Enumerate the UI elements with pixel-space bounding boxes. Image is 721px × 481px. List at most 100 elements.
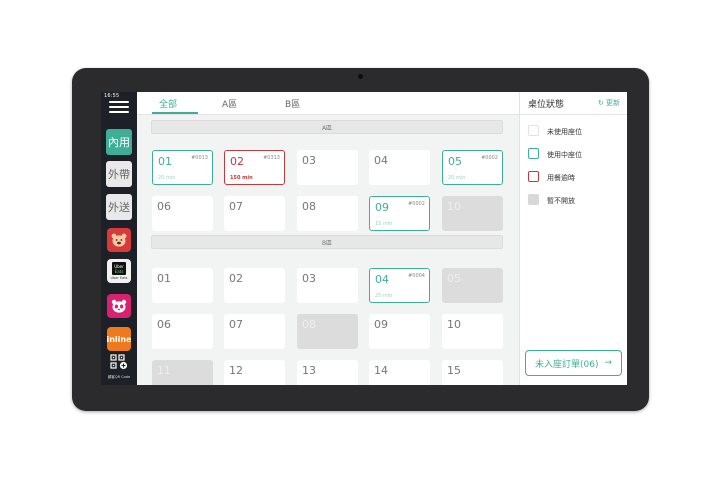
table-card[interactable]: 02 #0313 150 min [224, 150, 285, 185]
panel-divider [520, 114, 627, 115]
table-number: 08 [302, 200, 316, 213]
zone-b-header: B區 [151, 235, 503, 249]
pending-orders-button[interactable]: 未入座訂單(06) → [525, 350, 622, 376]
table-card[interactable]: 05 #0002 20 min [442, 150, 503, 185]
nav-rail: 16:55 內用 外帶 外送 Uber Eats Uber Eats inlin… [101, 92, 137, 385]
table-card[interactable]: 06 [152, 314, 213, 349]
refresh-label: 更新 [606, 99, 620, 107]
table-card[interactable]: 02 [224, 268, 285, 303]
table-card[interactable]: 04 #0004 25 min [369, 268, 430, 303]
table-number: 05 [448, 155, 462, 168]
elapsed-time: 15 min [375, 221, 393, 227]
table-card[interactable]: 09 #0002 15 min [369, 196, 430, 231]
elapsed-time: 20 min [448, 175, 466, 181]
legend-overdue: 用餐逾時 [528, 171, 626, 183]
table-number: 07 [229, 200, 243, 213]
table-card[interactable]: 07 [224, 196, 285, 231]
table-card[interactable]: 01 #0013 20 min [152, 150, 213, 185]
uber-eats-label: Uber Eats [110, 276, 128, 280]
refresh-icon: ↻ [597, 99, 606, 107]
inline-icon[interactable]: inline [107, 327, 131, 351]
delivery-button[interactable]: 外送 [106, 194, 132, 220]
table-card[interactable]: 13 [297, 360, 358, 385]
uber-eats-icon[interactable]: Uber Eats Uber Eats [107, 259, 131, 283]
table-number: 04 [375, 273, 389, 286]
table-number: 03 [302, 272, 316, 285]
uber-line2: Eats [114, 268, 124, 274]
table-card[interactable]: 10 [442, 196, 503, 231]
takeout-button[interactable]: 外帶 [106, 161, 132, 187]
table-number: 06 [157, 200, 171, 213]
tab-all[interactable]: 全部 [159, 97, 177, 110]
pending-orders-label: 未入座訂單(06) [534, 359, 599, 370]
table-card[interactable]: 15 [442, 360, 503, 385]
table-card[interactable]: 12 [224, 360, 285, 385]
tablet-frame: 16:55 內用 外帶 外送 Uber Eats Uber Eats inlin… [72, 68, 649, 411]
order-number: #0313 [263, 155, 280, 161]
legend-label: 用餐逾時 [547, 174, 575, 182]
table-card[interactable]: 08 [297, 196, 358, 231]
table-number: 15 [447, 364, 461, 377]
table-number: 03 [302, 154, 316, 167]
table-card[interactable]: 09 [369, 314, 430, 349]
legend-label: 使用中座位 [547, 151, 582, 159]
legend-inuse: 使用中座位 [528, 148, 626, 160]
tab-zone-b[interactable]: B區 [285, 97, 300, 110]
qr-code-button[interactable]: 顧客QR Code [104, 354, 134, 380]
table-card[interactable]: 10 [442, 314, 503, 349]
table-number: 09 [374, 318, 388, 331]
table-number: 01 [158, 155, 172, 168]
table-number: 01 [157, 272, 171, 285]
order-number: #0002 [408, 201, 425, 207]
table-number: 04 [374, 154, 388, 167]
tab-zone-a[interactable]: A區 [222, 97, 237, 110]
bear-app-icon[interactable] [107, 228, 131, 252]
table-card[interactable]: 03 [297, 268, 358, 303]
table-card[interactable]: 07 [224, 314, 285, 349]
qr-code-label: 顧客QR Code [107, 375, 131, 379]
order-number: #0013 [191, 155, 208, 161]
table-grid: A區 01 #0013 20 min 02 #0313 150 min 03 04 05 #000… [137, 115, 519, 385]
table-card[interactable]: 06 [152, 196, 213, 231]
legend-unused: 未使用座位 [528, 125, 626, 137]
table-number: 11 [157, 364, 171, 377]
legend-label: 未使用座位 [547, 128, 582, 136]
legend-swatch [528, 194, 539, 205]
legend-label: 暫不開放 [547, 197, 575, 205]
hamburger-menu-icon[interactable] [109, 101, 129, 113]
order-number: #0004 [408, 273, 425, 279]
table-number: 09 [375, 201, 389, 214]
dine-in-button[interactable]: 內用 [106, 129, 132, 155]
zone-tabs: 全部 A區 B區 [137, 92, 519, 115]
table-number: 12 [229, 364, 243, 377]
arrow-right-icon: → [604, 358, 613, 368]
elapsed-time: 25 min [375, 293, 393, 299]
table-number: 13 [302, 364, 316, 377]
table-card[interactable]: 14 [369, 360, 430, 385]
elapsed-time: 150 min [230, 175, 253, 181]
table-card[interactable]: 05 [442, 268, 503, 303]
table-card[interactable]: 04 [369, 150, 430, 185]
active-tab-underline [152, 112, 198, 114]
table-number: 02 [229, 272, 243, 285]
table-number: 10 [447, 200, 461, 213]
table-number: 02 [230, 155, 244, 168]
table-number: 06 [157, 318, 171, 331]
table-card[interactable]: 08 [297, 314, 358, 349]
table-card[interactable]: 01 [152, 268, 213, 303]
table-card[interactable]: 11 [152, 360, 213, 385]
zone-a-header: A區 [151, 120, 503, 134]
status-time: 16:55 [104, 93, 120, 99]
legend-swatch [528, 171, 539, 182]
camera-dot [358, 74, 363, 79]
table-card[interactable]: 03 [297, 150, 358, 185]
order-number: #0002 [481, 155, 498, 161]
table-number: 07 [229, 318, 243, 331]
qr-code-icon [110, 354, 128, 370]
legend-swatch [528, 125, 539, 136]
table-status-panel: 桌位狀態 ↻ 更新 未使用座位 使用中座位 用餐逾時 暫不開放 未入座訂單(06… [519, 92, 627, 385]
foodpanda-icon[interactable] [107, 294, 131, 318]
refresh-button[interactable]: ↻ 更新 [598, 98, 620, 108]
table-number: 08 [302, 318, 316, 331]
table-number: 14 [374, 364, 388, 377]
